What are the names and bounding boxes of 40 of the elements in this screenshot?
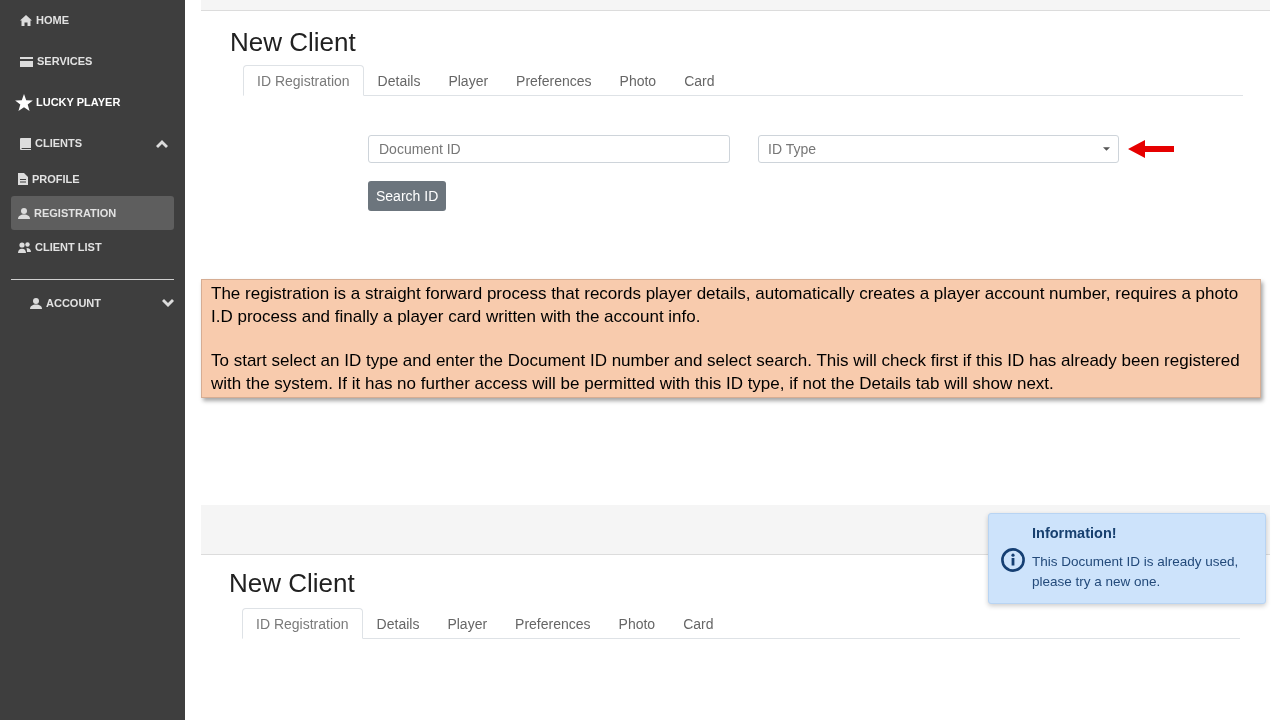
sidebar-item[interactable]: CLIENT LIST [11,230,174,264]
notification-message: This Document ID is already used, please try a new one. [1032,553,1240,591]
id-type-select[interactable]: ID Type [758,135,1119,163]
search-button[interactable]: Search ID [368,181,447,211]
tab[interactable]: ID Registration [243,65,364,96]
page-title: New Client [230,27,356,57]
tab[interactable]: Player [434,65,503,96]
sidebar-item[interactable]: REGISTRATION [11,196,174,230]
tab[interactable]: Card [669,608,728,639]
sidebar-item[interactable]: HOME [0,0,185,41]
book-icon [20,137,31,150]
callout-paragraph: The registration is a straight forward process that records player details, automatically creates a player account number, requires a photo I.D process and finally a player card written with the account info. [211,283,1240,328]
caret-down-icon [1103,147,1110,151]
sidebar-item[interactable]: LUCKY PLAYER [0,82,185,123]
page-title: New Client [229,568,355,598]
tab[interactable]: Preferences [502,65,606,96]
home-icon [20,15,32,26]
sidebar-item[interactable]: PROFILE [11,162,174,196]
card-icon [20,56,33,67]
sidebar-item[interactable]: ACCOUNT [11,283,174,323]
users-icon [18,241,31,253]
tab[interactable]: Details [362,608,434,639]
tab[interactable]: ID Registration [242,608,363,639]
document-icon [18,173,28,185]
callout-paragraph: To start select an ID type and enter the Document ID number and select search. This will check first if this ID has already been registered with the system. If it has no further access will be permitted with this ID type, if not the Details tab will show next. [211,350,1241,395]
sidebar-item[interactable]: SERVICES [0,41,185,82]
document-id-field[interactable]: Document ID [368,135,730,163]
info-icon [1001,547,1025,572]
sidebar-item[interactable]: CLIENTS [0,123,185,164]
tab[interactable]: Details [363,65,435,96]
tab[interactable]: Photo [604,608,670,639]
notification-title: Information! [1032,524,1117,543]
user-icon [18,207,30,219]
tab[interactable]: Player [433,608,502,639]
user-icon [30,297,42,309]
star-icon [15,94,33,111]
tab[interactable]: Photo [605,65,671,96]
tab[interactable]: Preferences [501,608,605,639]
left-arrow-icon [1128,140,1174,158]
tab[interactable]: Card [670,65,729,96]
